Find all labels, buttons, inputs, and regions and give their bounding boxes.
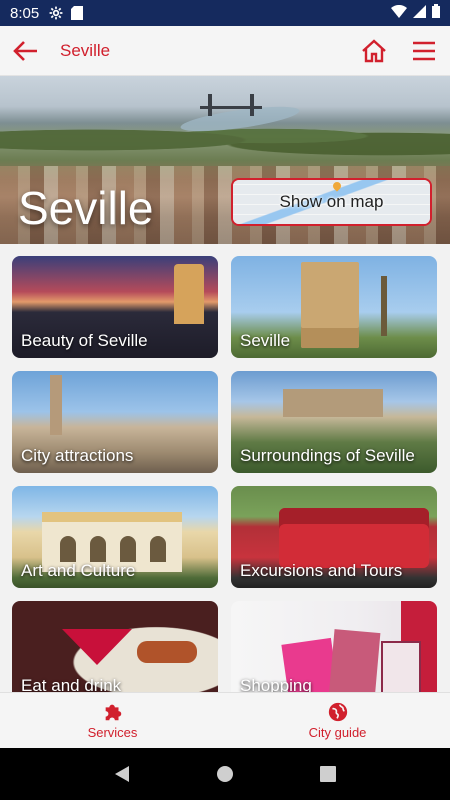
- card-label: City attractions: [21, 446, 134, 465]
- card-image-arch: [120, 536, 136, 562]
- card-eat-and-drink[interactable]: Eat and drink: [12, 601, 218, 692]
- card-image-tower: [301, 262, 359, 348]
- hero-city-title: Seville: [18, 182, 154, 234]
- wifi-icon: [391, 4, 407, 22]
- card-image-fish: [137, 641, 197, 663]
- square-recents-icon: [320, 766, 337, 782]
- card-seville[interactable]: Seville: [231, 256, 437, 358]
- nav-services[interactable]: Services: [0, 693, 225, 748]
- home-button[interactable]: [360, 37, 388, 65]
- hero-banner: Seville Show on map: [0, 76, 450, 244]
- card-image-bus: [279, 508, 429, 568]
- signal-icon: [413, 4, 426, 22]
- system-navigation-bar: [0, 748, 450, 800]
- card-image-bag: [381, 641, 421, 692]
- arrow-left-icon: [13, 40, 37, 61]
- status-bar: 8:05: [0, 0, 450, 26]
- card-shopping[interactable]: Shopping: [231, 601, 437, 692]
- battery-icon: [432, 4, 440, 22]
- card-beauty-of-seville[interactable]: Beauty of Seville: [12, 256, 218, 358]
- hero-photo-bridge-pylon: [208, 94, 212, 116]
- nav-city-guide[interactable]: City guide: [225, 693, 450, 748]
- system-recents-button[interactable]: [316, 762, 340, 786]
- card-city-attractions[interactable]: City attractions: [12, 371, 218, 473]
- triangle-back-icon: [114, 766, 129, 782]
- card-label: Eat and drink: [21, 676, 122, 692]
- card-image-tower: [50, 375, 62, 435]
- card-label: Art and Culture: [21, 561, 136, 580]
- card-surroundings-of-seville[interactable]: Surroundings of Seville: [231, 371, 437, 473]
- system-home-button[interactable]: [213, 762, 237, 786]
- page-title: Seville: [60, 40, 111, 60]
- puzzle-icon: [105, 704, 121, 721]
- card-art-and-culture[interactable]: Art and Culture: [12, 486, 218, 588]
- show-on-map-label: Show on map: [279, 192, 384, 211]
- card-label: Beauty of Seville: [21, 331, 148, 350]
- card-image-tower: [174, 264, 204, 324]
- circle-home-icon: [216, 766, 233, 782]
- globe-icon: [328, 702, 347, 722]
- nav-services-label: Services: [87, 725, 138, 740]
- settings-icon: [49, 6, 63, 20]
- hero-photo-bridge-pylon: [250, 94, 254, 116]
- system-back-button[interactable]: [110, 762, 134, 786]
- card-excursions-and-tours[interactable]: Excursions and Tours: [231, 486, 437, 588]
- bottom-navigation: Services City guide: [0, 692, 450, 748]
- back-button[interactable]: [12, 37, 40, 65]
- card-label: Seville: [240, 331, 291, 350]
- card-image-arch: [150, 536, 166, 562]
- show-on-map-button[interactable]: Show on map: [231, 178, 432, 226]
- card-label: Surroundings of Seville: [240, 446, 415, 465]
- nav-city-guide-label: City guide: [308, 725, 367, 740]
- sd-card-icon: [71, 6, 84, 20]
- card-image-bag: [327, 629, 381, 692]
- card-label: Excursions and Tours: [240, 561, 403, 580]
- category-grid: Beauty of Seville Seville City attractio…: [12, 256, 438, 692]
- hamburger-menu-icon: [413, 41, 435, 60]
- status-time: 8:05: [10, 4, 40, 22]
- card-image-palm: [381, 276, 387, 336]
- card-image-arch: [60, 536, 76, 562]
- card-label: Shopping: [240, 676, 312, 692]
- card-image-arch: [90, 536, 106, 562]
- card-image-castle: [283, 389, 383, 417]
- app-bar: Seville: [0, 26, 450, 76]
- home-icon: [362, 38, 386, 62]
- menu-button[interactable]: [410, 37, 438, 65]
